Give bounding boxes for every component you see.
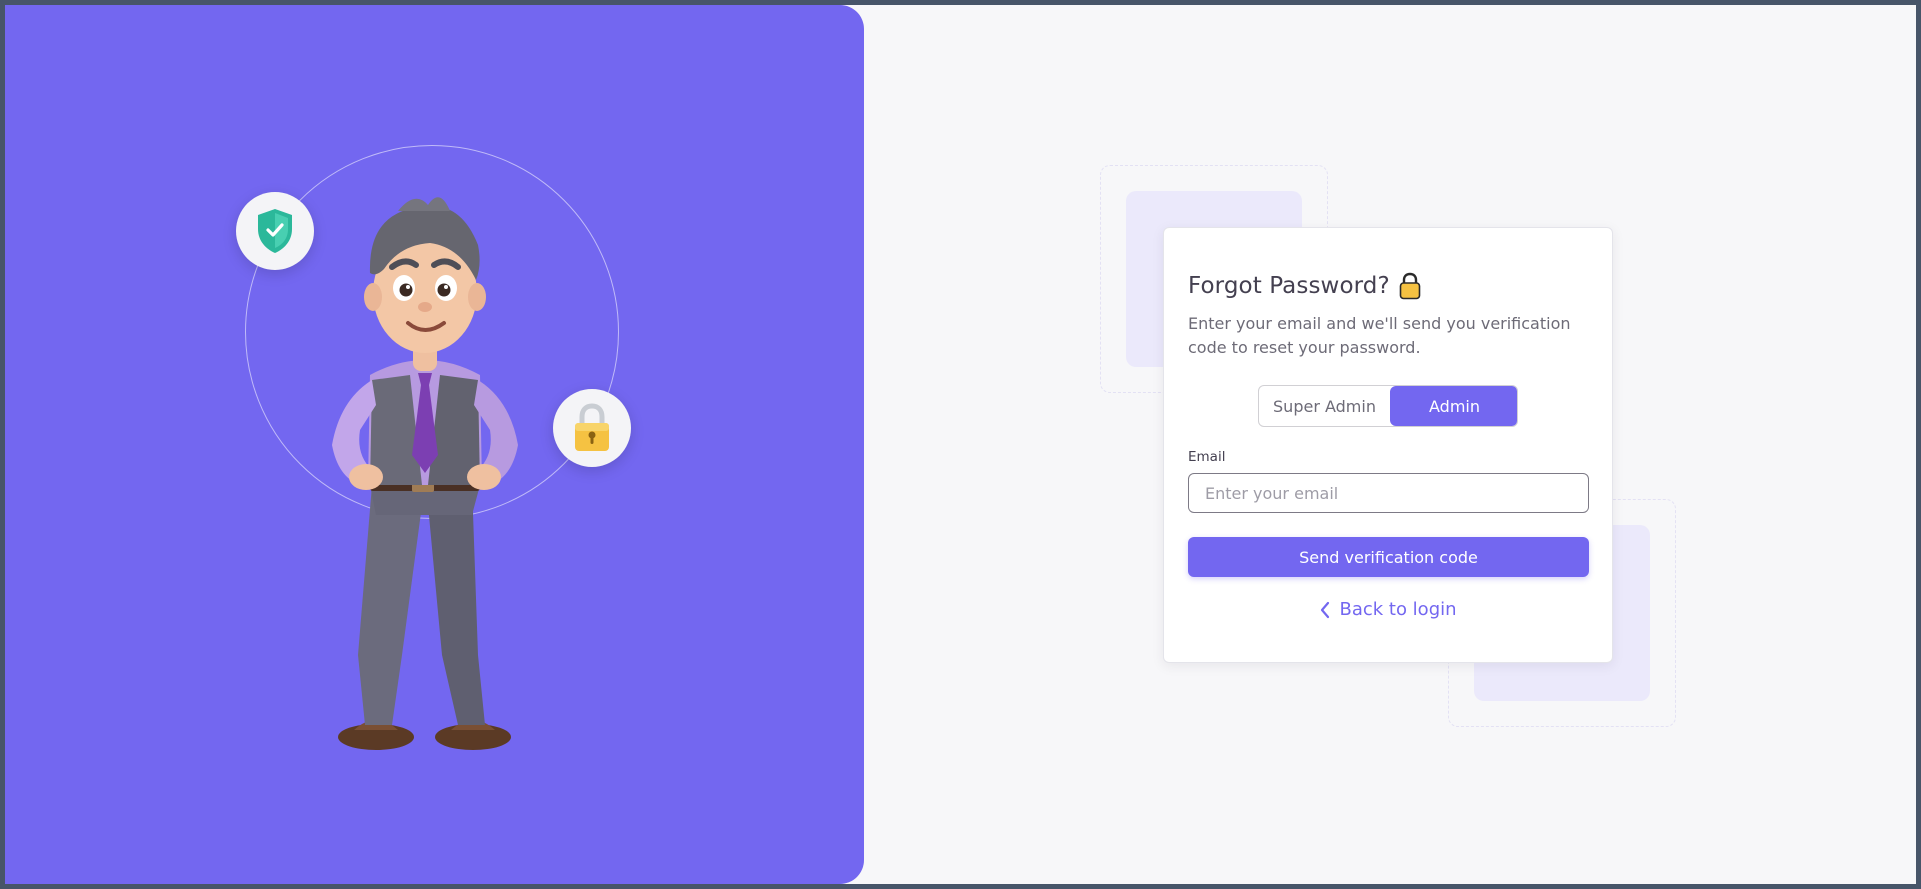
lock-emoji-icon bbox=[1399, 272, 1421, 300]
back-to-login-label: Back to login bbox=[1339, 599, 1457, 620]
page-subtitle: Enter your email and we'll send you veri… bbox=[1188, 314, 1571, 357]
lock-badge bbox=[553, 389, 631, 467]
back-to-login-link[interactable]: Back to login bbox=[1188, 599, 1588, 620]
title-row: Forgot Password? bbox=[1188, 272, 1588, 300]
illustration-panel bbox=[5, 5, 864, 884]
role-option-admin[interactable]: Admin bbox=[1390, 386, 1517, 426]
role-option-super-admin[interactable]: Super Admin bbox=[1259, 386, 1390, 426]
character-illustration bbox=[332, 197, 518, 750]
page-title: Forgot Password? bbox=[1188, 273, 1390, 299]
email-label: Email bbox=[1188, 449, 1226, 465]
shield-badge bbox=[236, 192, 314, 270]
role-toggle: Super Admin Admin bbox=[1258, 385, 1518, 427]
padlock-icon bbox=[575, 403, 609, 451]
page-frame: Forgot Password? Enter your email and we… bbox=[5, 5, 1916, 884]
chevron-left-icon bbox=[1321, 601, 1330, 618]
send-verification-code-button[interactable]: Send verification code bbox=[1188, 537, 1589, 577]
shield-check-icon bbox=[258, 209, 292, 253]
email-field[interactable] bbox=[1188, 473, 1589, 513]
forgot-password-card: Forgot Password? Enter your email and we… bbox=[1163, 227, 1613, 663]
